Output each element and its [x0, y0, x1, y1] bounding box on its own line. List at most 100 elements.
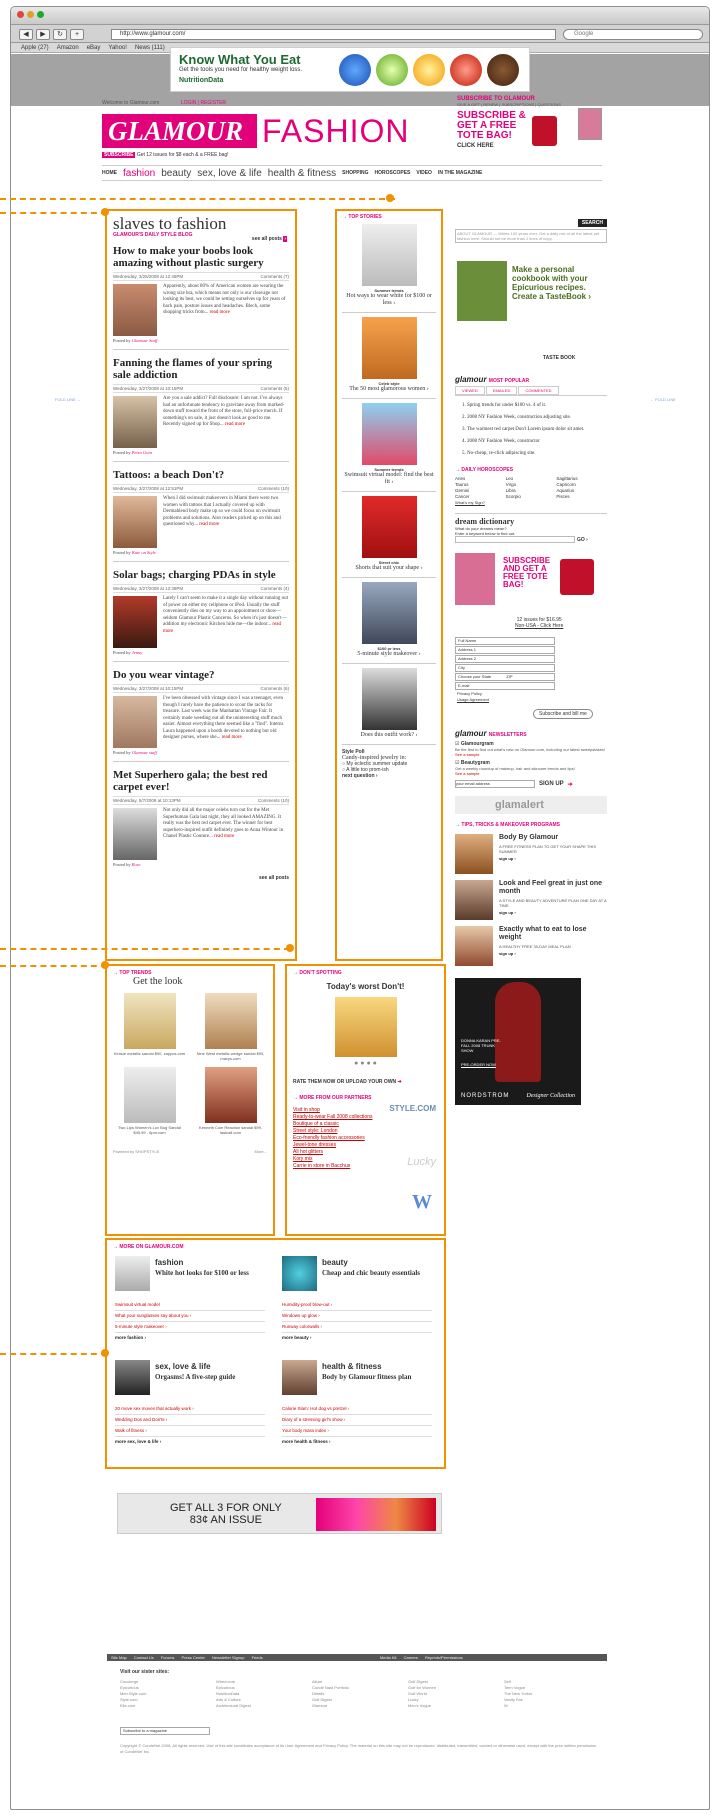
dream-go-button[interactable]: GO ›: [577, 537, 588, 543]
search-button[interactable]: SEARCH: [577, 219, 607, 227]
category-link[interactable]: Your body mass index ›: [282, 1426, 432, 1437]
story-item[interactable]: Summer trends Swimsuit virtual model: fin…: [342, 399, 436, 492]
privacy-link[interactable]: Privacy Policy: [457, 691, 482, 696]
address-bar[interactable]: http://www.glamour.com/: [111, 29, 556, 40]
footer-link[interactable]: Reprints/Permissions: [425, 1655, 463, 1660]
product-item[interactable]: Nine West metallic wedge sandal $90, mac…: [194, 993, 267, 1061]
category-link[interactable]: Calorie Slam: Hot dog vs pretzel ›: [282, 1404, 432, 1415]
stylecom-logo[interactable]: STYLE.COM: [389, 1104, 436, 1113]
fashion-image[interactable]: [115, 1256, 150, 1291]
see-all-posts-bottom[interactable]: see all posts: [113, 875, 289, 881]
arrow-circle-icon[interactable]: ➔: [568, 781, 573, 788]
tab-emailed[interactable]: EMAILED: [485, 386, 518, 395]
bookmark-apple[interactable]: Apple (27): [21, 43, 49, 52]
nav-home[interactable]: HOME: [102, 170, 117, 176]
usage-link[interactable]: Usage Agreement: [457, 697, 489, 702]
product-item[interactable]: Kensie metallic sandal $90, zappos.com: [113, 993, 186, 1061]
product-caption[interactable]: Nine West metallic wedge sandal $90, mac…: [194, 1051, 267, 1061]
back-icon[interactable]: ◀: [19, 29, 33, 40]
footer-link[interactable]: Contact Us: [134, 1655, 154, 1660]
category-headline[interactable]: Cheap and chic beauty essentials: [322, 1269, 432, 1277]
category-link[interactable]: Windows up glow ›: [282, 1311, 432, 1322]
nutrition-ad[interactable]: Know What You Eat Get the tools you need…: [170, 47, 530, 92]
dream-input[interactable]: [455, 536, 575, 543]
product-caption[interactable]: Kensie metallic sandal $90, zappos.com: [113, 1051, 186, 1056]
category-label[interactable]: sex, love & life: [155, 1362, 211, 1371]
full-name-field[interactable]: Full Name: [455, 637, 555, 645]
dont-photo[interactable]: [334, 997, 397, 1057]
bookmark-news[interactable]: News (111): [135, 43, 165, 52]
read-more-link[interactable]: read more: [214, 834, 234, 839]
state-select[interactable]: Choose your State: [458, 674, 491, 679]
story-item[interactable]: Celeb style The 50 most glamorous women ›: [342, 313, 436, 399]
partner-link[interactable]: Jewel-tone dresses: [293, 1142, 438, 1149]
story-image[interactable]: [361, 496, 417, 558]
sister-link[interactable]: Glamour: [312, 1703, 408, 1709]
subscribe-button[interactable]: Subscribe and bill me: [533, 709, 593, 719]
category-link[interactable]: Runway colorwalls ›: [282, 1322, 432, 1333]
magazine-bundle-ad[interactable]: GET ALL 3 FOR ONLY 83¢ AN ISSUE: [117, 1493, 442, 1534]
post-author[interactable]: Rose: [132, 862, 141, 867]
post-author[interactable]: Kate on Style: [132, 550, 156, 555]
forward-icon[interactable]: ▶: [36, 29, 50, 40]
story-title[interactable]: Shorts that suit your shape ›: [342, 565, 436, 572]
story-title[interactable]: Hot ways to wear white for $100 or less …: [342, 293, 436, 307]
tip-title[interactable]: Look and Feel great in just one month: [499, 880, 607, 896]
search-field[interactable]: Google: [563, 29, 703, 40]
tip-item[interactable]: Exactly what to eat to lose weight A HEAL…: [455, 926, 607, 966]
health-image[interactable]: [282, 1360, 317, 1395]
category-link[interactable]: Wedding Dos and Don'ts ›: [115, 1415, 265, 1426]
sex-image[interactable]: [115, 1360, 150, 1395]
subscribe-line[interactable]: SUBSCRIBE Get 12 issues for $8 each & a …: [102, 152, 229, 158]
sample-link[interactable]: See a sample: [455, 752, 607, 757]
story-image[interactable]: [361, 582, 417, 644]
subscribe-magazine-select[interactable]: Subscribe to a magazine: [120, 1727, 210, 1735]
whats-my-sign-link[interactable]: What's my Sign?: [455, 500, 607, 505]
category-headline[interactable]: Orgasms! A five-step guide: [155, 1373, 265, 1381]
subscribe-promo[interactable]: SUBSCRIBE TO GLAMOUR GIVE A GIFT | RENEW…: [457, 96, 602, 160]
post-title[interactable]: Fanning the flames of your spring sale a…: [113, 357, 289, 381]
footer-link[interactable]: Forums: [161, 1655, 175, 1660]
story-image[interactable]: [361, 668, 417, 730]
post-title[interactable]: Tattoos: a beach Don't?: [113, 469, 289, 481]
more-category-link[interactable]: more fashion ›: [115, 1333, 265, 1343]
story-title[interactable]: The 50 most glamorous women ›: [342, 386, 436, 393]
tip-signup[interactable]: sign up ›: [499, 856, 607, 861]
tip-title[interactable]: Body By Glamour: [499, 834, 607, 842]
post-author[interactable]: Petra Goin: [132, 450, 152, 455]
zip-field[interactable]: ZIP: [506, 674, 512, 679]
add-bookmark-icon[interactable]: +: [70, 29, 84, 40]
post-title[interactable]: Solar bags; charging PDAs in style: [113, 569, 289, 581]
preorder-link[interactable]: PRE-ORDER NOW: [461, 1062, 496, 1067]
story-item[interactable]: Street chic Shorts that suit your shape ›: [342, 492, 436, 578]
address1-field[interactable]: Address 1: [455, 646, 555, 654]
email-field[interactable]: E-mail: [455, 682, 555, 690]
category-headline[interactable]: White hot looks for $100 or less: [155, 1269, 265, 1277]
post-title[interactable]: Met Superhero gala; the best red carpet …: [113, 769, 289, 793]
bookmark-ebay[interactable]: eBay: [87, 43, 101, 52]
partner-link[interactable]: Eco-friendly fashion accessories: [293, 1135, 438, 1142]
non-usa-link[interactable]: Non-USA - Click Here: [515, 623, 563, 629]
tastebook-ad[interactable]: Make a personal cookbook with your Epicu…: [455, 251, 607, 373]
post-comments[interactable]: Comments (4): [260, 586, 289, 591]
tip-signup[interactable]: sign up ›: [499, 910, 607, 915]
category-link[interactable]: Swimsuit virtual model: [115, 1300, 265, 1311]
product-caption[interactable]: Kenneth Cole Reaction sandal $99, lastca…: [194, 1125, 267, 1135]
post-author[interactable]: Glamour Staff: [132, 338, 158, 343]
footer-link[interactable]: Press Center: [182, 1655, 205, 1660]
bookmark-yahoo[interactable]: Yahoo!: [108, 43, 127, 52]
sample-link[interactable]: See a sample: [455, 771, 607, 776]
email-input[interactable]: your email address: [455, 780, 535, 788]
post-thumbnail[interactable]: [113, 696, 157, 748]
story-title[interactable]: Swimsuit virtual model: find the best fi…: [342, 472, 436, 486]
lucky-logo[interactable]: Lucky: [407, 1156, 436, 1168]
address2-field[interactable]: Address 2: [455, 655, 555, 663]
category-link[interactable]: What your sunglasses say about you ›: [115, 1311, 265, 1322]
popular-item[interactable]: 2008 NY Fashion Week, construction adjus…: [467, 414, 607, 421]
nav-fashion[interactable]: fashion: [123, 168, 155, 179]
nav-video[interactable]: VIDEO: [416, 170, 432, 176]
minimize-icon[interactable]: [27, 11, 34, 18]
see-all-posts-link[interactable]: see all posts ›: [252, 236, 287, 242]
category-headline[interactable]: Body by Glamour fitness plan: [322, 1373, 432, 1381]
nav-horoscopes[interactable]: HOROSCOPES: [375, 170, 411, 176]
